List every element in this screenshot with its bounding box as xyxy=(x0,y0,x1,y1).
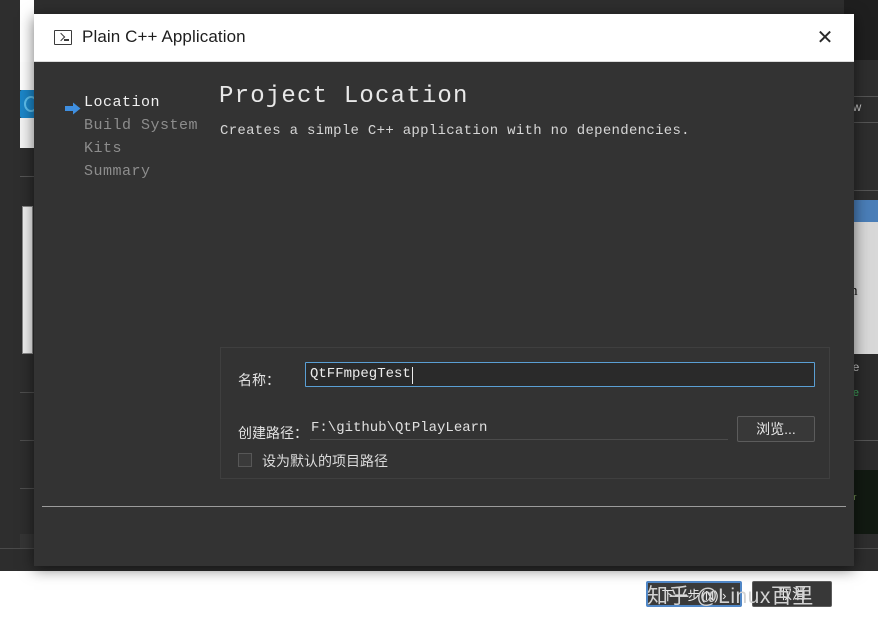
background-left-white-region-a xyxy=(20,62,34,90)
sidebar-item-summary[interactable]: Summary xyxy=(84,163,151,180)
console-icon xyxy=(54,30,72,45)
name-field-label: 名称： xyxy=(238,372,280,388)
create-path-label: 创建路径： xyxy=(238,425,308,441)
wizard-step-sidebar: Location Build System Kits Summary xyxy=(34,62,219,502)
sidebar-item-location[interactable]: Location xyxy=(84,94,160,111)
dialog-footer: 下一步(N) › 取消 xyxy=(34,507,854,607)
default-path-checkbox-label: 设为默认的项目路径 xyxy=(262,453,388,469)
project-location-form: 名称： QtFFmpegTest 创建路径： F:\github\QtPlayL… xyxy=(220,347,830,479)
background-left-white-region-b xyxy=(20,118,34,148)
background-left-divider xyxy=(20,176,34,177)
background-left-tick xyxy=(20,440,34,441)
background-left-dark-region-2 xyxy=(20,354,34,534)
background-left-tick xyxy=(20,488,34,489)
text-cursor xyxy=(412,367,413,384)
page-subtitle: Creates a simple C++ application with no… xyxy=(220,123,690,139)
plain-cpp-application-wizard-dialog: Plain C++ Application ✕ Location Build S… xyxy=(34,14,854,607)
background-left-white-region-top xyxy=(20,0,34,62)
background-left-dark-region-1 xyxy=(20,148,34,206)
browse-button[interactable]: 浏览... xyxy=(737,416,815,442)
project-name-value: QtFFmpegTest xyxy=(310,366,411,382)
default-path-checkbox[interactable] xyxy=(238,453,252,467)
page-title: Project Location xyxy=(219,83,469,110)
create-path-input[interactable]: F:\github\QtPlayLearn xyxy=(310,418,728,440)
wizard-main-pane: Project Location Creates a simple C++ ap… xyxy=(219,62,854,502)
sidebar-item-build-system[interactable]: Build System xyxy=(84,117,198,134)
dialog-title: Plain C++ Application xyxy=(82,27,246,46)
watermark: 知乎 @Linux百里 xyxy=(647,585,814,608)
background-left-tick xyxy=(20,392,34,393)
sidebar-item-kits[interactable]: Kits xyxy=(84,140,122,157)
project-name-input[interactable]: QtFFmpegTest xyxy=(305,362,815,387)
create-path-value: F:\github\QtPlayLearn xyxy=(311,420,488,436)
close-button[interactable]: ✕ xyxy=(796,14,854,61)
dialog-body: Location Build System Kits Summary Proje… xyxy=(34,62,854,607)
close-icon: ✕ xyxy=(816,26,834,49)
console-icon-underscore xyxy=(64,39,69,41)
dialog-title-bar: Plain C++ Application ✕ xyxy=(34,14,854,62)
background-scrollbar[interactable] xyxy=(22,206,33,354)
